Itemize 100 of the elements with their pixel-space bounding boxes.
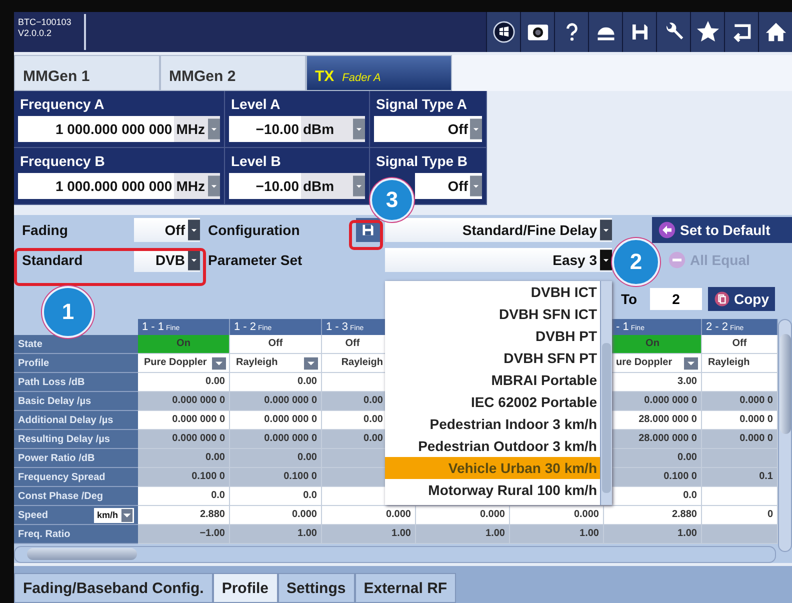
field-label: To [620,291,638,307]
value-field[interactable]: −10.00 [229,116,301,142]
arrow-left-icon [658,221,676,239]
fading-dropdown[interactable]: Off [134,218,200,242]
highlight-frame [349,220,383,250]
value-field[interactable]: 1 000.000 000 000 [18,116,174,142]
configuration-dropdown[interactable]: Standard/Fine Delay [385,218,612,242]
table-cell: 0.000 000 0 [230,430,322,449]
field-label: Level A [230,95,282,113]
parameter-set-dropdown[interactable]: Easy 3 [385,248,612,272]
tab[interactable]: MMGen 1 [14,55,160,91]
table-cell: −1.00 [138,525,230,544]
tab[interactable]: Settings [278,573,355,603]
row-label: Frequency Spread [14,468,138,487]
profile-dropdown[interactable]: Rayleigh [230,354,322,373]
profile-dropdown[interactable]: Rayleigh [702,354,778,373]
table-cell: 1.00 [510,525,604,544]
row-label: Power Ratio /dB [14,449,138,468]
field-label: Signal Type B [375,152,469,170]
table-cell: 0.000 0 [702,430,778,449]
state-toggle[interactable]: Off [230,335,322,354]
unit-dropdown[interactable]: km/h [94,508,134,522]
list-scrollbar[interactable] [600,281,612,505]
field-label: Fading [21,222,69,238]
dropdown-option[interactable]: DVBH ICT [385,281,600,303]
field-label: Parameter Set [207,252,304,268]
table-cell: 0.0 [138,487,230,506]
table-cell: 0 [702,506,778,525]
table-cell: 0.100 0 [230,468,322,487]
minus-icon [668,251,686,269]
table-cell: 0.100 0 [138,468,230,487]
profile-dropdown[interactable]: Pure Doppler [138,354,230,373]
row-label: Additional Delay /µs [14,411,138,430]
table-cell: 0.00 [138,373,230,392]
table-cell: 0.1 [702,468,778,487]
field-label: Configuration [207,222,301,238]
dropdown-option[interactable]: Vehicle Urban 30 km/h [385,457,600,479]
tab[interactable]: External RF [354,573,456,603]
signal-type-dropdown[interactable]: Off [415,173,482,199]
row-label: Resulting Delay /µs [14,430,138,449]
table-cell: 0.000 [510,506,604,525]
tab[interactable]: Profile [212,573,278,603]
table-cell: 0.0 [230,487,322,506]
table-cell: 0.000 0 [702,411,778,430]
toolbar-button[interactable] [724,12,758,52]
row-label: State [14,335,138,354]
table-cell: 1.00 [230,525,322,544]
table-cell: 0.000 000 0 [138,411,230,430]
field-label: Level B [230,152,282,170]
star-icon [696,20,720,44]
unit-dropdown[interactable]: MHz [174,173,220,199]
table-cell: 2.880 [604,506,702,525]
tab[interactable]: Fading/Baseband Config. [14,573,213,603]
unit-dropdown[interactable]: dBm [301,116,365,142]
tab[interactable]: TX Fader A [306,55,452,91]
toolbar-button[interactable] [690,12,724,52]
field-label: Signal Type A [375,95,468,113]
toolbar-button[interactable] [520,12,554,52]
toolbar-button[interactable] [486,12,520,52]
field-label: Frequency B [19,152,106,170]
table-cell: 1.00 [322,525,416,544]
table-cell: 1.00 [416,525,510,544]
horizontal-scrollbar[interactable] [14,546,776,563]
toolbar-button[interactable] [622,12,656,52]
target-field[interactable]: 2 [650,288,702,310]
row-label: Profile [14,354,138,373]
row-label: Freq. Ratio [14,525,138,544]
tab[interactable]: MMGen 2 [160,55,306,91]
copy-button[interactable]: Copy [708,287,775,311]
row-label: Basic Delay /µs [14,392,138,411]
table-cell: 0.000 000 0 [230,392,322,411]
table-cell: 0.00 [230,373,322,392]
unit-dropdown[interactable]: dBm [301,173,365,199]
field-label: Frequency A [19,95,106,113]
table-cell: 0.000 [416,506,510,525]
toolbar-button[interactable] [554,12,588,52]
home-icon [764,21,786,43]
vertical-scrollbar[interactable] [778,319,792,552]
table-cell: 0.000 0 [702,392,778,411]
table-cell: 0.0 [604,487,702,506]
value-field[interactable]: −10.00 [229,173,301,199]
table-cell: 2.880 [138,506,230,525]
toolbar-button[interactable] [656,12,690,52]
table-cell: 0.000 000 0 [138,430,230,449]
version-label: V2.0.0.2 [18,28,53,39]
device-id: BTC−100103 [18,17,72,28]
unit-dropdown[interactable]: MHz [174,116,220,142]
row-label: Path Loss /dB [14,373,138,392]
dropdown-option[interactable]: Motorway Rural 100 km/h [385,479,600,501]
toolbar-button[interactable] [758,12,792,52]
state-toggle[interactable]: Off [702,335,778,354]
signal-type-dropdown[interactable]: Off [374,116,482,142]
table-cell: 0.00 [138,449,230,468]
toolbar-button[interactable] [588,12,622,52]
field-label: Standard [21,252,84,268]
row-label: Const Phase /Deg [14,487,138,506]
state-toggle[interactable]: On [138,335,230,354]
value-field[interactable]: 1 000.000 000 000 [18,173,174,199]
set-to-default-button[interactable]: Set to Default [652,217,792,243]
table-cell: 0.000 000 0 [138,392,230,411]
